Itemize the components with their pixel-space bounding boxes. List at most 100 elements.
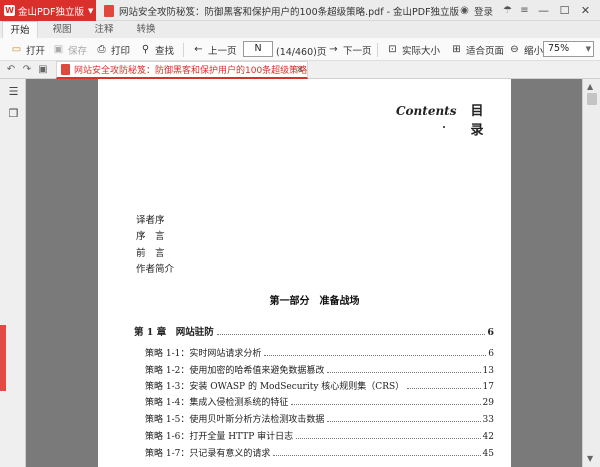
- leader-dots: [216, 334, 486, 335]
- toolbar-divider: [183, 43, 184, 57]
- open-button[interactable]: ▭ 打开: [10, 41, 45, 58]
- prev-page-button[interactable]: ← 上一页: [192, 41, 237, 58]
- toc-entry-title: 策略 1-6：打开全量 HTTP 审计日志: [145, 432, 294, 442]
- chapter-entry[interactable]: 第 1 章 网站驻防 6: [134, 324, 494, 338]
- close-icon[interactable]: ×: [296, 64, 304, 75]
- front-matter-item: 前 言: [136, 248, 165, 259]
- find-label: 查找: [155, 45, 175, 57]
- open-label: 打开: [26, 45, 46, 57]
- leader-dots: [264, 355, 487, 356]
- toc-entry[interactable]: 策略 1-6：打开全量 HTTP 审计日志 42: [145, 429, 494, 442]
- scroll-down-icon[interactable]: ▼: [587, 454, 593, 463]
- toc-entry-page: 33: [482, 415, 494, 425]
- zoom-out-button[interactable]: ⊖ 缩小: [508, 41, 543, 58]
- toc-entry-title: 策略 1-4：集成入侵检测系统的特征: [145, 398, 289, 408]
- fit-page-icon: ⊞: [452, 44, 461, 55]
- find-button[interactable]: ⚲ 查找: [139, 41, 174, 58]
- menu-tab-bar: 开始 视图 注释 转换: [0, 21, 600, 38]
- chapter-title: 第 1 章 网站驻防: [134, 327, 214, 338]
- toc-entry[interactable]: 策略 1-4：集成入侵检测系统的特征 29: [145, 395, 494, 408]
- arrow-right-icon: →: [329, 44, 338, 55]
- toc-entry-title: 策略 1-5：使用贝叶斯分析方法检测攻击数据: [145, 415, 325, 425]
- pdf-page: Contents 目 录 译者序 序 言 前 言 作者简介 第一部分 准备战场 …: [98, 79, 511, 467]
- contents-en: Contents: [396, 104, 457, 118]
- next-page-label: 下一页: [343, 45, 372, 57]
- toc-entry[interactable]: 策略 1-2：使用加密的哈希值来避免数据篡改 13: [145, 363, 494, 376]
- scroll-up-icon[interactable]: ▲: [587, 82, 593, 91]
- tab-start[interactable]: 开始: [2, 21, 38, 38]
- toc-entry-page: 45: [482, 449, 494, 459]
- chevron-down-icon: ▼: [88, 6, 94, 15]
- thumbnails-icon[interactable]: ❐: [7, 107, 20, 120]
- pdf-file-icon: [61, 64, 70, 75]
- print-button[interactable]: ⎙ 打印: [95, 41, 131, 58]
- toc-entry[interactable]: 策略 1-1：实时网站请求分析 6: [145, 346, 494, 359]
- leader-dots: [407, 388, 481, 389]
- save-label: 保存: [68, 45, 88, 57]
- zoom-value: 75%: [548, 43, 570, 54]
- menu-icon[interactable]: ≡: [516, 2, 533, 19]
- printer-icon: ⎙: [97, 44, 106, 55]
- tab-convert[interactable]: 转换: [128, 21, 164, 38]
- save-button[interactable]: ▣ 保存: [52, 41, 87, 58]
- document-tab-title: 网站安全攻防秘笈：防御黑客和保护用户的100条超级策略.pdf: [74, 66, 308, 76]
- window-title-text: 网站安全攻防秘笈：防御黑客和保护用户的100条超级策略.pdf - 金山PDF独…: [119, 7, 460, 18]
- leader-dots: [296, 438, 481, 439]
- prev-page-label: 上一页: [208, 45, 237, 57]
- vertical-scrollbar[interactable]: ▲ ▼: [582, 79, 600, 467]
- page-number-input[interactable]: N: [243, 41, 273, 57]
- skin-icon[interactable]: ☂: [499, 2, 516, 19]
- scrollbar-thumb[interactable]: [587, 93, 597, 105]
- leader-dots: [327, 421, 481, 422]
- undo-icon[interactable]: ↶: [4, 63, 18, 77]
- toc-entry-page: 17: [482, 382, 494, 392]
- app-menu-button[interactable]: W 金山PDF独立版 ▼: [0, 0, 96, 21]
- page-mark: [443, 126, 445, 128]
- maximize-button[interactable]: ☐: [554, 2, 575, 19]
- toc-entry[interactable]: 策略 1-5：使用贝叶斯分析方法检测攻击数据 33: [145, 412, 494, 425]
- left-sidebar: ☰ ❐: [0, 79, 26, 467]
- sidebar-collapse-handle[interactable]: [0, 325, 6, 391]
- user-icon[interactable]: ◉: [456, 2, 473, 19]
- front-matter-item: 译者序: [136, 215, 165, 226]
- actual-size-label: 实际大小: [402, 45, 441, 57]
- pdf-file-icon: [104, 5, 114, 17]
- zoom-select[interactable]: 75% ▼: [543, 41, 594, 57]
- arrow-left-icon: ←: [194, 44, 203, 55]
- toc-entry[interactable]: 策略 1-7：只记录有意义的请求 45: [145, 446, 494, 459]
- tab-view[interactable]: 视图: [44, 21, 80, 38]
- actual-size-icon: ⊡: [388, 44, 397, 55]
- actual-size-button[interactable]: ⊡ 实际大小: [386, 41, 440, 58]
- app-name: 金山PDF独立版: [18, 6, 85, 18]
- print-label: 打印: [111, 45, 131, 57]
- fit-page-button[interactable]: ⊞ 适合页面: [450, 41, 504, 58]
- leader-dots: [327, 372, 481, 373]
- contents-heading: Contents 目 录: [396, 100, 511, 138]
- toc-entry-page: 13: [482, 366, 494, 376]
- redo-icon[interactable]: ↷: [20, 63, 34, 77]
- window-title: 网站安全攻防秘笈：防御黑客和保护用户的100条超级策略.pdf - 金山PDF独…: [104, 4, 459, 18]
- next-page-button[interactable]: → 下一页: [327, 41, 372, 58]
- search-icon: ⚲: [141, 44, 150, 55]
- quick-save-icon[interactable]: ▣: [36, 63, 50, 77]
- toc-entry-page: 29: [482, 398, 494, 408]
- leader-dots: [273, 455, 481, 456]
- minimize-button[interactable]: —: [533, 2, 554, 19]
- title-bar-controls: ◉ 登录 ☂ ≡ — ☐ ✕: [456, 2, 596, 19]
- chevron-down-icon: ▼: [585, 45, 591, 53]
- toc-entry-title: 策略 1-7：只记录有意义的请求: [145, 449, 271, 459]
- document-tab[interactable]: 网站安全攻防秘笈：防御黑客和保护用户的100条超级策略.pdf ×: [56, 61, 308, 79]
- tab-annotate[interactable]: 注释: [86, 21, 122, 38]
- toc-entry-page: 42: [482, 432, 494, 442]
- part-title: 第一部分 准备战场: [269, 296, 360, 307]
- front-matter-item: 序 言: [136, 231, 165, 242]
- close-button[interactable]: ✕: [575, 2, 596, 19]
- toc-entry[interactable]: 策略 1-3：安装 OWASP 的 ModSecurity 核心规则集（CRS）…: [145, 379, 494, 392]
- login-link[interactable]: 登录: [474, 4, 493, 18]
- toc-entry-title: 策略 1-2：使用加密的哈希值来避免数据篡改: [145, 366, 325, 376]
- outline-icon[interactable]: ☰: [7, 85, 20, 98]
- fit-page-label: 适合页面: [466, 45, 505, 57]
- folder-icon: ▭: [11, 44, 22, 55]
- app-logo-icon: W: [4, 5, 15, 16]
- zoom-out-label: 缩小: [524, 45, 544, 57]
